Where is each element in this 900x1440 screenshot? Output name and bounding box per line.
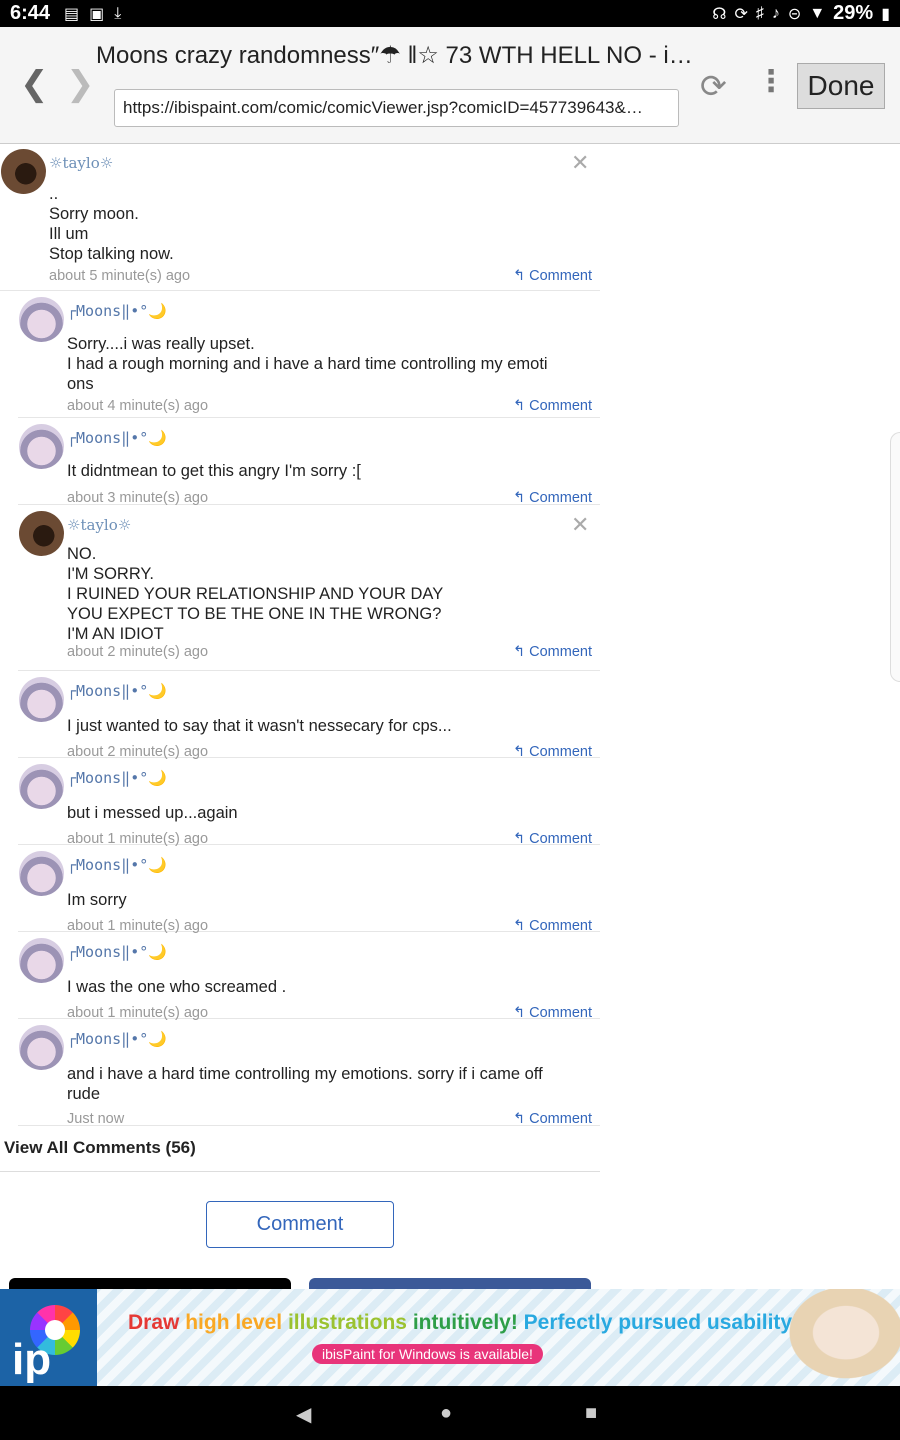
- ad-word: intuitively!: [412, 1311, 518, 1334]
- comment-timestamp: about 4 minute(s) ago: [67, 398, 209, 414]
- ad-word: level: [235, 1311, 283, 1334]
- ad-word: high: [185, 1311, 230, 1334]
- more-menu-icon[interactable]: ⋮: [756, 67, 786, 97]
- reply-label: Comment: [529, 398, 592, 414]
- status-bar: 6:44 ▤ ▣ ⤓ ☊ ⟳ ♯ ♪ ⊝ ▼ 29% ▮: [0, 0, 900, 27]
- back-arrow-icon[interactable]: ❮: [20, 67, 49, 101]
- comment-text: but i messed up...again: [67, 804, 238, 822]
- image-icon: ▣: [89, 5, 105, 23]
- avatar[interactable]: [19, 938, 64, 983]
- comment-text: and i have a hard time controlling my em…: [67, 1065, 543, 1103]
- comment-author[interactable]: ┌Moons‖•°🌙: [67, 429, 167, 447]
- ad-word: Perfectly pursued usability!: [523, 1311, 800, 1334]
- ad-word: Draw: [128, 1311, 180, 1334]
- avatar[interactable]: [19, 764, 64, 809]
- battery-icon: ▮: [881, 5, 890, 23]
- ad-word: illustrations: [287, 1311, 407, 1334]
- reply-comment-link[interactable]: ↰ Comment: [513, 490, 592, 506]
- comment-author[interactable]: ┌Moons‖•°🌙: [67, 943, 167, 961]
- comment-timestamp: about 2 minute(s) ago: [67, 644, 209, 660]
- ibispaint-logo: ip: [0, 1289, 97, 1386]
- comment-timestamp: about 5 minute(s) ago: [49, 268, 191, 284]
- reply-icon: ↰: [512, 268, 530, 284]
- reload-icon[interactable]: ⟳: [700, 67, 727, 105]
- done-button[interactable]: Done: [797, 63, 885, 109]
- reply-label: Comment: [529, 490, 592, 506]
- comment-text: I was the one who screamed .: [67, 978, 287, 996]
- nav-home-icon[interactable]: ●: [440, 1402, 452, 1425]
- nav-recent-icon[interactable]: ■: [585, 1402, 597, 1425]
- reply-label: Comment: [529, 644, 592, 660]
- avatar[interactable]: [19, 424, 64, 469]
- reply-comment-link[interactable]: ↰ Comment: [513, 1111, 592, 1127]
- avatar[interactable]: [19, 677, 64, 722]
- battery-level: 29%: [833, 2, 874, 24]
- comment-text: .. Sorry moon. Ill um Stop talking now.: [49, 185, 174, 263]
- comment-author[interactable]: ☼taylo☼: [67, 516, 131, 534]
- avatar[interactable]: [19, 511, 64, 556]
- comment-author[interactable]: ┌Moons‖•°🌙: [67, 682, 167, 700]
- reply-icon: ↰: [512, 398, 530, 414]
- reply-label: Comment: [529, 268, 592, 284]
- avatar[interactable]: [19, 1025, 64, 1070]
- comment-text: I just wanted to say that it wasn't ness…: [67, 717, 452, 735]
- browser-toolbar: ❮ ❯ Moons crazy randomness″☂ ‖☆ 73 WTH H…: [0, 27, 900, 144]
- mute-icon: ♪: [771, 4, 780, 22]
- comment-author[interactable]: ☼taylo☼: [49, 154, 113, 172]
- clock: 6:44: [10, 2, 51, 24]
- comment-text: Sorry....i was really upset. I had a rou…: [67, 335, 548, 393]
- url-field[interactable]: https://ibispaint.com/comic/comicViewer.…: [114, 89, 679, 127]
- bluetooth-icon: ♯: [755, 4, 764, 22]
- dnd-icon: ⊝: [787, 5, 802, 23]
- view-all-comments-link[interactable]: View All Comments (56): [4, 1138, 196, 1158]
- comment-text: NO. I'M SORRY. I RUINED YOUR RELATIONSHI…: [67, 545, 444, 643]
- comment-item: ┌Moons‖•°🌙 but i messed up...again about 1…: [18, 758, 600, 847]
- comment-item: ┌Moons‖•°🌙 Sorry....i was really upset. I…: [18, 291, 600, 418]
- comment-author[interactable]: ┌Moons‖•°🌙: [67, 1030, 167, 1048]
- notification-icon: ▤: [64, 5, 80, 23]
- comment-item: ┌Moons‖•°🌙 I just wanted to say that it w…: [18, 671, 600, 760]
- comment-author[interactable]: ┌Moons‖•°🌙: [67, 302, 167, 320]
- page-title: Moons crazy randomness″☂ ‖☆ 73 WTH HELL …: [96, 42, 693, 69]
- avatar[interactable]: [19, 851, 64, 896]
- comment-text: Im sorry: [67, 891, 127, 909]
- comment-text: It didntmean to get this angry I'm sorry…: [67, 462, 361, 480]
- comment-timestamp: about 3 minute(s) ago: [67, 490, 209, 506]
- wifi-icon: ▼: [809, 4, 826, 22]
- logo-text: ip: [12, 1335, 52, 1384]
- ad-banner[interactable]: ip Draw high level illustrations intuiti…: [0, 1289, 900, 1386]
- sync-icon: ⟳: [734, 5, 748, 23]
- comment-author[interactable]: ┌Moons‖•°🌙: [67, 856, 167, 874]
- comment-timestamp: Just now: [67, 1111, 125, 1127]
- comment-button[interactable]: Comment: [206, 1201, 394, 1248]
- comment-item: ┌Moons‖•°🌙 I was the one who screamed . ab…: [18, 932, 600, 1021]
- reply-icon: ↰: [512, 644, 530, 660]
- reply-icon: ↰: [512, 490, 530, 506]
- comment-author[interactable]: ┌Moons‖•°🌙: [67, 769, 167, 787]
- headset-icon: ☊: [712, 5, 727, 23]
- system-nav-bar: ◀ ● ■: [0, 1386, 900, 1440]
- avatar[interactable]: [19, 297, 64, 342]
- download-icon: ⤓: [114, 4, 122, 22]
- divider: [0, 1171, 600, 1172]
- ad-subline: ibisPaint for Windows is available!: [312, 1344, 543, 1364]
- reply-icon: ↰: [512, 1111, 530, 1127]
- scrollbar[interactable]: [890, 432, 900, 682]
- forward-arrow-icon[interactable]: ❯: [66, 67, 95, 101]
- nav-back-icon[interactable]: ◀: [296, 1402, 311, 1427]
- comment-item: ┌Moons‖•°🌙 It didntmean to get this angry…: [18, 418, 600, 506]
- reply-comment-link[interactable]: ↰ Comment: [513, 398, 592, 414]
- comment-item: ┌Moons‖•°🌙 and i have a hard time control…: [18, 1019, 600, 1127]
- reply-label: Comment: [529, 1111, 592, 1127]
- comment-item: ☼taylo☼ ✕ NO. I'M SORRY. I RUINED YOUR REL…: [18, 505, 600, 671]
- ad-character-image: [780, 1289, 900, 1386]
- comment-item: ┌Moons‖•°🌙 Im sorry about 1 minute(s) ago ↰…: [18, 845, 600, 934]
- comment-item: ☼taylo☼ ✕.. Sorry moon. Ill um Stop talki…: [0, 144, 600, 291]
- reply-comment-link[interactable]: ↰ Comment: [513, 644, 592, 660]
- reply-comment-link[interactable]: ↰ Comment: [513, 268, 592, 284]
- ad-headline: Draw high level illustrations intuitivel…: [128, 1311, 799, 1335]
- avatar[interactable]: [1, 149, 46, 194]
